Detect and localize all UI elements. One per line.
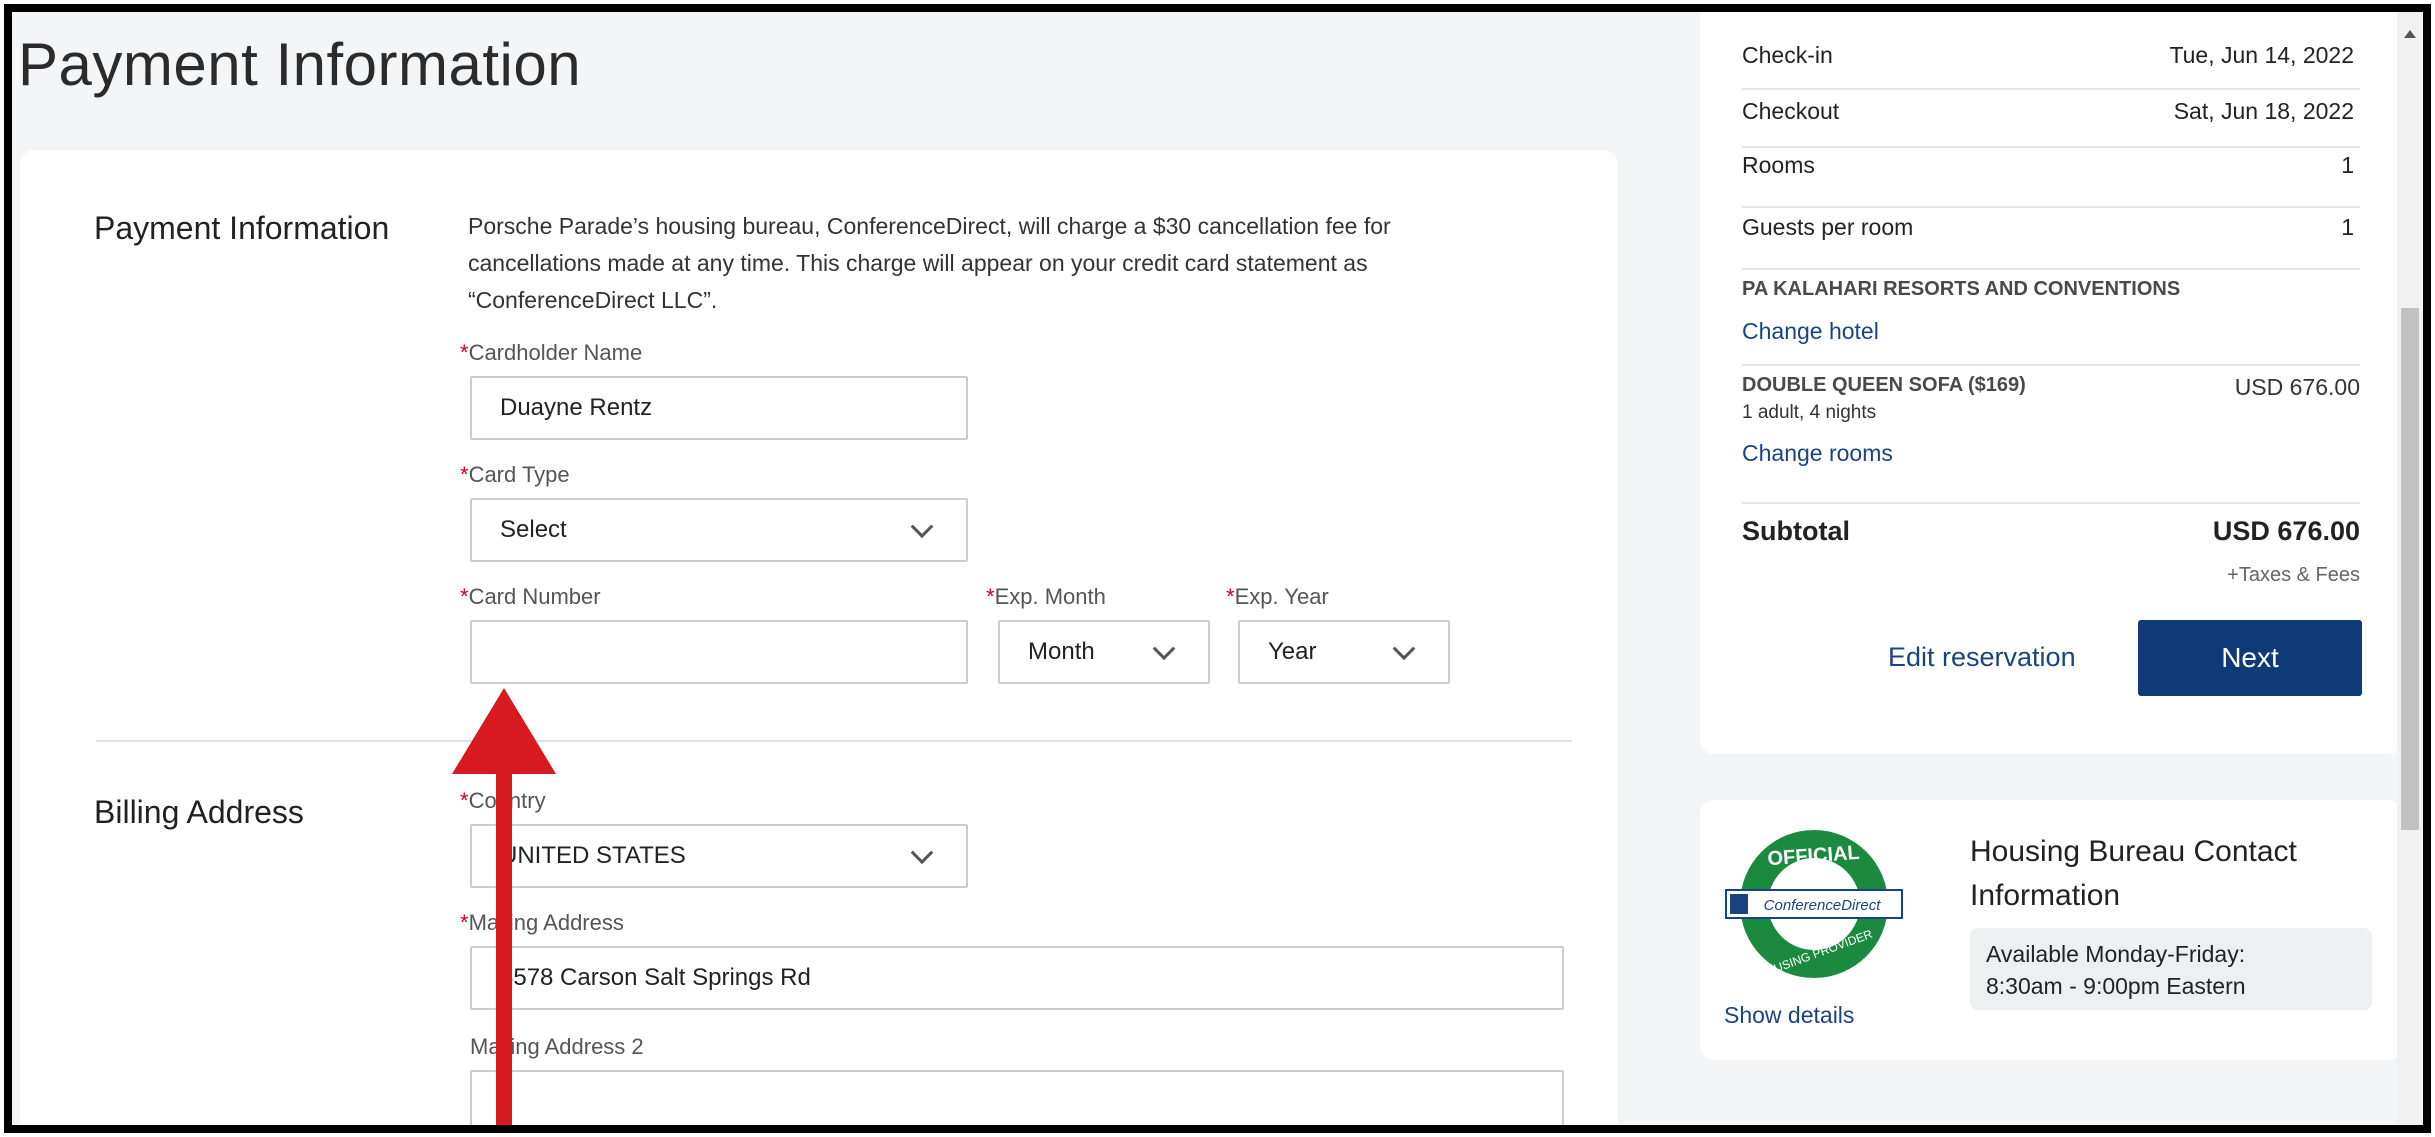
- country-label-text: Country: [468, 788, 546, 813]
- card-type-select[interactable]: Select: [470, 498, 968, 562]
- exp-year-select[interactable]: Year: [1238, 620, 1450, 684]
- cardholder-name-input[interactable]: Duayne Rentz: [470, 376, 968, 440]
- cardholder-name-label-text: Cardholder Name: [468, 340, 643, 365]
- mailing-address-value: 5578 Carson Salt Springs Rd: [500, 964, 811, 991]
- chevron-down-icon: [1152, 637, 1176, 661]
- change-rooms-link[interactable]: Change rooms: [1742, 440, 1893, 467]
- required-marker: *: [460, 910, 469, 935]
- checkout-row: Checkout Sat, Jun 18, 2022: [1742, 98, 2360, 148]
- hours-box: Available Monday-Friday: 8:30am - 9:00pm…: [1970, 928, 2372, 1010]
- required-marker: *: [986, 584, 995, 609]
- checkout-value: Sat, Jun 18, 2022: [2173, 98, 2354, 124]
- payment-section-label: Payment Information: [94, 210, 390, 246]
- card-number-label-text: Card Number: [468, 584, 601, 609]
- card-number-input[interactable]: [470, 620, 968, 684]
- mailing-address-input[interactable]: 5578 Carson Salt Springs Rd: [470, 946, 1564, 1010]
- screenshot-frame: Payment Information Payment Information …: [4, 4, 2431, 1133]
- reservation-summary-card: Check-in Tue, Jun 14, 2022 Checkout Sat,…: [1700, 12, 2402, 754]
- checkin-label: Check-in: [1742, 42, 1833, 68]
- required-marker: *: [460, 340, 469, 365]
- required-marker: *: [1226, 584, 1235, 609]
- guests-label: Guests per room: [1742, 214, 1914, 240]
- cardholder-name-value: Duayne Rentz: [500, 394, 653, 421]
- rooms-value: 1: [2341, 152, 2354, 178]
- chevron-down-icon: [910, 515, 934, 539]
- hours-line-time: 8:30am - 9:00pm Eastern: [1986, 973, 2246, 999]
- exp-month-label-text: Exp. Month: [994, 584, 1106, 609]
- cancellation-note: Porsche Parade’s housing bureau, Confere…: [468, 213, 1391, 313]
- room-name: DOUBLE QUEEN SOFA ($169): [1742, 374, 2026, 396]
- exp-year-label: *Exp. Year: [1226, 584, 1329, 610]
- rooms-row: Rooms 1: [1742, 152, 2360, 208]
- mailing-address-label-text: Mailing Address: [468, 910, 624, 935]
- page-title: Payment Information: [18, 31, 582, 98]
- scrollbar-thumb[interactable]: [2401, 308, 2419, 830]
- subtotal-divider: [1742, 502, 2360, 504]
- change-hotel-link[interactable]: Change hotel: [1742, 318, 1879, 345]
- summary-divider: [1742, 364, 2360, 366]
- seal-brand-text: ConferenceDirect: [1764, 897, 1882, 914]
- housing-bureau-card: ConferenceDirect OFFICIAL HOUSING PROVID…: [1700, 800, 2402, 1060]
- section-divider: [96, 740, 1572, 742]
- country-select[interactable]: UNITED STATES: [470, 824, 968, 888]
- mailing-address-2-input[interactable]: [470, 1070, 1564, 1125]
- room-price: USD 676.00: [2234, 374, 2360, 400]
- checkout-label: Checkout: [1742, 98, 1840, 124]
- chevron-down-icon: [1392, 637, 1416, 661]
- card-number-label: *Card Number: [460, 584, 601, 610]
- next-button[interactable]: Next: [2138, 620, 2362, 696]
- hotel-name: PA KALAHARI RESORTS AND CONVENTIONS: [1742, 278, 2181, 300]
- card-type-label: *Card Type: [460, 462, 570, 488]
- checkin-row: Check-in Tue, Jun 14, 2022: [1742, 42, 2360, 90]
- guests-value: 1: [2341, 214, 2354, 240]
- guests-row: Guests per room 1: [1742, 214, 2360, 270]
- card-type-label-text: Card Type: [468, 462, 570, 487]
- contact-title: Housing Bureau Contact Information: [1970, 835, 2297, 912]
- scroll-up-arrow-icon[interactable]: [2404, 30, 2416, 38]
- hours-line-days: Available Monday-Friday:: [1986, 941, 2246, 967]
- mailing-address-2-label: Mailing Address 2: [470, 1034, 644, 1059]
- checkin-value: Tue, Jun 14, 2022: [2169, 42, 2354, 68]
- rooms-label: Rooms: [1742, 152, 1815, 178]
- billing-section-label: Billing Address: [94, 794, 304, 830]
- official-housing-provider-seal: ConferenceDirect OFFICIAL HOUSING PROVID…: [1725, 830, 1903, 982]
- required-marker: *: [460, 788, 469, 813]
- subtotal-label: Subtotal: [1742, 516, 1850, 546]
- exp-month-select[interactable]: Month: [998, 620, 1210, 684]
- subtotal-value: USD 676.00: [2212, 516, 2360, 546]
- mailing-address-label: *Mailing Address: [460, 910, 624, 936]
- required-marker: *: [460, 462, 469, 487]
- taxes-note: +Taxes & Fees: [2227, 564, 2360, 586]
- show-details-link[interactable]: Show details: [1724, 1002, 1854, 1029]
- page-viewport: Payment Information Payment Information …: [12, 12, 2423, 1125]
- exp-month-label: *Exp. Month: [986, 584, 1106, 610]
- edit-reservation-link[interactable]: Edit reservation: [1888, 642, 2076, 673]
- exp-month-value: Month: [1028, 638, 1095, 665]
- chevron-down-icon: [910, 841, 934, 865]
- required-marker: *: [460, 584, 469, 609]
- payment-form-card: Payment Information Porsche Parade’s hou…: [20, 150, 1618, 1125]
- country-label: *Country: [460, 788, 546, 814]
- room-occupancy: 1 adult, 4 nights: [1742, 402, 1877, 423]
- card-type-value: Select: [500, 516, 567, 543]
- exp-year-value: Year: [1268, 638, 1317, 665]
- exp-year-label-text: Exp. Year: [1234, 584, 1329, 609]
- cardholder-name-label: *Cardholder Name: [460, 340, 642, 366]
- country-value: UNITED STATES: [500, 842, 686, 869]
